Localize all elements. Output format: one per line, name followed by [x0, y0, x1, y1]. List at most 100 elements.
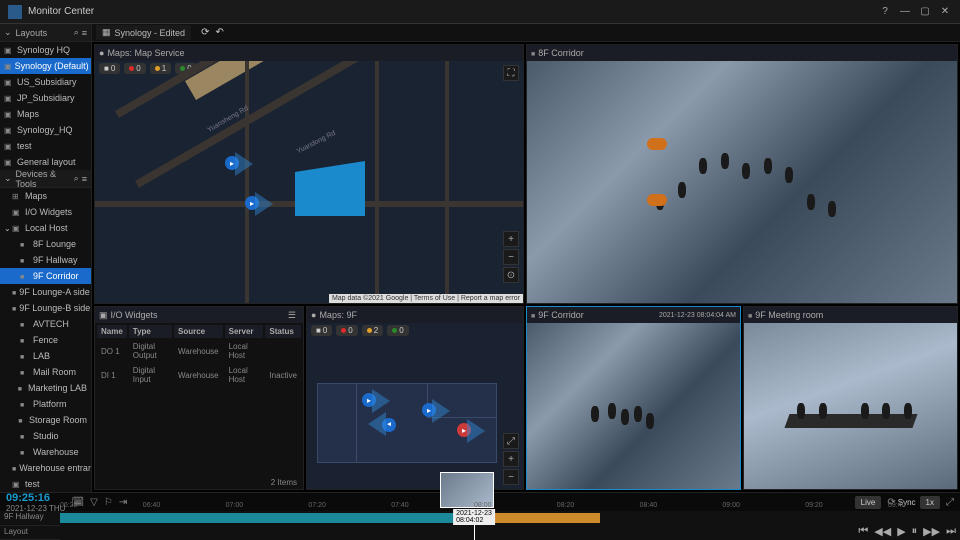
- device-item[interactable]: Platform: [0, 396, 91, 412]
- menu-icon[interactable]: ☰: [288, 310, 296, 321]
- layout-item[interactable]: Synology HQ: [0, 42, 91, 58]
- device-item[interactable]: 8F Lounge: [0, 236, 91, 252]
- camera-icon: [748, 310, 752, 320]
- app-title: Monitor Center: [28, 6, 94, 17]
- status-badge: 0: [336, 325, 357, 336]
- tile-title: I/O Widgets: [111, 310, 158, 320]
- io-widgets-tile: ▣I/O Widgets☰ NameTypeSourceServerStatus…: [94, 306, 304, 490]
- col-header[interactable]: Source: [174, 325, 223, 338]
- live-button[interactable]: Live: [855, 496, 882, 509]
- device-item[interactable]: I/O Widgets: [0, 204, 91, 220]
- zoom-in-icon[interactable]: +: [503, 231, 519, 247]
- bookmark-icon[interactable]: ⚐: [104, 497, 113, 508]
- speed-button[interactable]: 1x: [920, 496, 940, 509]
- layout-item[interactable]: Maps: [0, 106, 91, 122]
- minimize-icon[interactable]: —: [898, 5, 912, 19]
- device-item[interactable]: 9F Corridor: [0, 268, 91, 284]
- map-canvas[interactable]: ■ 0 0 1 0 ▸ ▸: [95, 61, 523, 303]
- expand-icon[interactable]: ⤢: [946, 497, 954, 508]
- search-icon[interactable]: ⌕: [74, 27, 79, 38]
- layout-item[interactable]: US_Subsidiary: [0, 74, 91, 90]
- video-feed[interactable]: [527, 61, 957, 303]
- status-badge: ■ 0: [99, 63, 120, 74]
- layout-item[interactable]: Synology_HQ: [0, 122, 91, 138]
- rewind-button[interactable]: ◀◀: [874, 525, 891, 538]
- tick-label: 07:00: [226, 502, 244, 509]
- device-item[interactable]: Maps: [0, 188, 91, 204]
- device-item[interactable]: Marketing LAB: [0, 380, 91, 396]
- device-item[interactable]: Fence: [0, 332, 91, 348]
- zoom-in-icon[interactable]: +: [503, 451, 519, 467]
- camera-pin[interactable]: ▸: [457, 423, 471, 437]
- device-item[interactable]: 9F Lounge-B side: [0, 300, 91, 316]
- device-item[interactable]: Storage Room: [0, 412, 91, 428]
- jump-icon[interactable]: ⇥: [119, 497, 127, 508]
- zoom-out-icon[interactable]: −: [503, 249, 519, 265]
- timestamp: 2021-12-23 08:04:04 AM: [659, 312, 736, 319]
- play-button[interactable]: ▶: [897, 525, 905, 538]
- device-item[interactable]: Warehouse: [0, 444, 91, 460]
- help-icon[interactable]: ?: [878, 5, 892, 19]
- layout-item[interactable]: JP_Subsidiary: [0, 90, 91, 106]
- status-badge: 1: [150, 63, 171, 74]
- device-item[interactable]: 9F Lounge-A side: [0, 284, 91, 300]
- tile-title: 8F Corridor: [538, 48, 584, 58]
- road-label: Yuandong Rd: [296, 130, 337, 156]
- filter-icon[interactable]: ▽: [90, 497, 98, 508]
- table-row[interactable]: DI 1Digital InputWarehouseLocal HostInac…: [97, 364, 301, 386]
- maximize-icon[interactable]: ▢: [918, 5, 932, 19]
- camera-pin[interactable]: ▸: [362, 393, 376, 407]
- tile-title: Maps: 9F: [319, 310, 357, 320]
- timeline-graph[interactable]: 2021-12-2308:04:02 06:2006:4007:0007:200…: [60, 511, 960, 540]
- status-badge: 2: [362, 325, 383, 336]
- col-header[interactable]: Server: [225, 325, 264, 338]
- camera-pin[interactable]: ▸: [225, 156, 239, 170]
- map-attribution[interactable]: Map data ©2021 Google | Terms of Use | R…: [329, 294, 523, 303]
- layout-item[interactable]: test: [0, 138, 91, 154]
- fullscreen-icon[interactable]: ⛶: [503, 65, 519, 81]
- compass-icon[interactable]: ⊙: [503, 267, 519, 283]
- device-item[interactable]: LAB: [0, 348, 91, 364]
- devices-label: Devices & Tools: [16, 169, 71, 189]
- video-feed[interactable]: [744, 323, 957, 489]
- device-item[interactable]: test: [0, 476, 91, 492]
- device-item[interactable]: AVTECH: [0, 316, 91, 332]
- device-item[interactable]: Studio: [0, 428, 91, 444]
- grid-icon: ▦: [102, 27, 111, 38]
- menu-icon[interactable]: ≡: [82, 174, 87, 184]
- layouts-tree: Synology HQSynology (Default)US_Subsidia…: [0, 42, 91, 170]
- tabbar: ▦ Synology - Edited ⟳ ↶: [92, 24, 960, 42]
- zoom-out-icon[interactable]: −: [503, 469, 519, 485]
- search-icon[interactable]: ⌕: [74, 173, 79, 184]
- table-row[interactable]: DO 1Digital OutputWarehouseLocal Host: [97, 340, 301, 362]
- tab-label: Synology - Edited: [115, 28, 186, 38]
- forward-button[interactable]: ▶▶: [923, 525, 940, 538]
- device-item[interactable]: ⌄Local Host: [0, 220, 91, 236]
- next-button[interactable]: ⏭: [946, 525, 956, 538]
- clock: 09:25:16: [6, 492, 65, 504]
- col-header[interactable]: Name: [97, 325, 127, 338]
- layouts-panel-header[interactable]: ⌄ Layouts ⌕ ≡: [0, 24, 91, 42]
- pause-button[interactable]: ⏸: [912, 525, 918, 538]
- timeline: 09:25:16 2021-12-23 THU 🗓 ▽ ⚐ ⇥ Live ⟳ S…: [0, 492, 960, 540]
- camera-pin[interactable]: ▸: [422, 403, 436, 417]
- camera-pin[interactable]: ▸: [245, 196, 259, 210]
- close-icon[interactable]: ✕: [938, 5, 952, 19]
- tile-title: Maps: Map Service: [107, 48, 184, 58]
- layout-tab[interactable]: ▦ Synology - Edited: [96, 25, 191, 40]
- col-header[interactable]: Type: [129, 325, 172, 338]
- device-item[interactable]: 9F Hallway: [0, 252, 91, 268]
- layout-item[interactable]: Synology (Default): [0, 58, 91, 74]
- floorplan-canvas[interactable]: ■ 0 0 2 0 ▸ ▸ ▸ ▸ ⤢: [307, 323, 523, 489]
- back-icon[interactable]: ↶: [215, 27, 223, 38]
- video-feed[interactable]: [527, 323, 740, 489]
- camera-pin[interactable]: ▸: [382, 418, 396, 432]
- expand-icon[interactable]: ⤢: [503, 433, 519, 449]
- menu-icon[interactable]: ≡: [82, 28, 87, 38]
- prev-button[interactable]: ⏮: [858, 525, 868, 538]
- devices-panel-header[interactable]: ⌄ Devices & Tools ⌕ ≡: [0, 170, 91, 188]
- device-item[interactable]: Warehouse entran...: [0, 460, 91, 476]
- device-item[interactable]: Mail Room: [0, 364, 91, 380]
- col-header[interactable]: Status: [265, 325, 301, 338]
- refresh-icon[interactable]: ⟳: [201, 27, 209, 38]
